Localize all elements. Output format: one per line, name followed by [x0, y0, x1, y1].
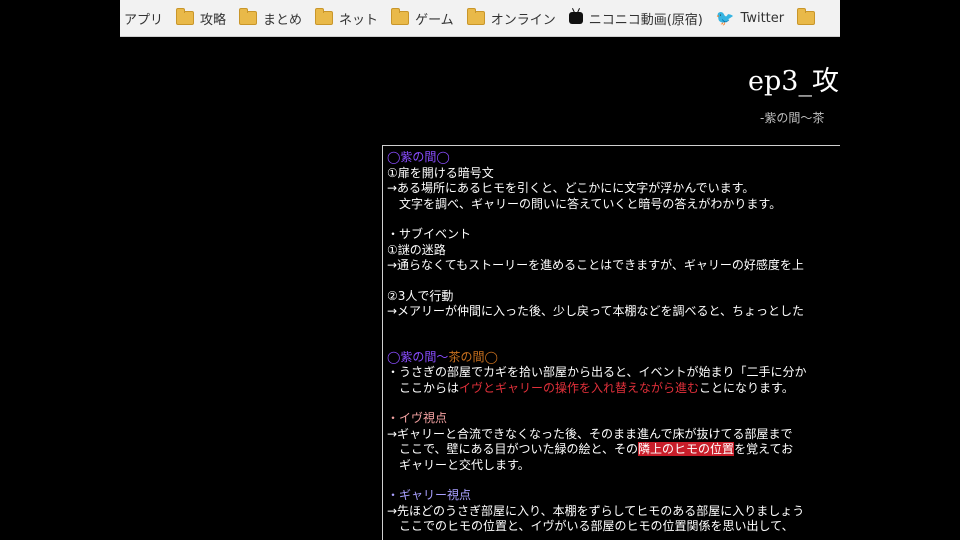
- folder-icon: [239, 8, 258, 25]
- bookmark-folder-game[interactable]: ゲーム: [391, 8, 454, 28]
- bookmark-twitter[interactable]: 🐦 Twitter: [715, 8, 785, 27]
- bookmark-folder-strategy[interactable]: 攻略: [176, 8, 227, 28]
- guide-line: ここで、壁にある目がついた緑の絵と、その隣上のヒモの位置を覚えてお: [387, 442, 840, 458]
- niconico-tv-icon: [568, 12, 583, 24]
- section-heading-purple-room: ◯紫の間◯: [387, 150, 450, 164]
- folder-icon: [797, 8, 816, 25]
- text-part: ここで、壁にある目がついた緑の絵と、その: [399, 442, 639, 456]
- bookmark-label: まとめ: [263, 12, 303, 28]
- bookmark-label: 攻略: [200, 12, 227, 28]
- guide-line: ここでのヒモの位置と、イヴがいる部屋のヒモの位置関係を思い出して、: [399, 519, 794, 533]
- guide-line: →メアリーが仲間に入った後、少し戻って本棚などを調べると、ちょっとした: [387, 304, 804, 318]
- guide-line: ①扉を開ける暗号文: [387, 165, 494, 180]
- eve-view-heading: ・イヴ視点: [387, 411, 448, 425]
- guide-line: ギャリーと交代します。: [399, 457, 530, 472]
- screen-frame: アプリ 攻略 まとめ ネット ゲーム オンライン ニコニコ動画(原宿) 🐦 Tw…: [0, 0, 960, 540]
- text-part: ここからは: [399, 380, 460, 395]
- folder-icon: [466, 8, 485, 25]
- heading-part: 茶の間◯: [448, 349, 498, 364]
- bookmark-label: ゲーム: [415, 12, 454, 28]
- guide-line: ②3人で行動: [387, 288, 454, 303]
- guide-line: →ある場所にあるヒモを引くと、どこかにに文字が浮かんでいます。: [387, 181, 755, 195]
- folder-icon: [176, 8, 195, 25]
- guide-line: ①謎の迷路: [387, 242, 446, 257]
- bookmark-folder-summary[interactable]: まとめ: [239, 8, 303, 28]
- bookmark-label: アプリ: [124, 12, 164, 28]
- emphasis-text: イヴとギャリーの操作を入れ替えながら進む: [459, 380, 700, 395]
- page-content: ep3_攻 -紫の間～茶 ◯紫の間◯ ①扉を開ける暗号文 →ある場所にあるヒモを…: [120, 37, 840, 540]
- bookmark-folder-online[interactable]: オンライン: [466, 8, 556, 28]
- folder-icon: [315, 8, 334, 25]
- page-subtitle: -紫の間～茶: [760, 111, 825, 125]
- bookmark-apps[interactable]: アプリ: [124, 9, 163, 28]
- bookmark-label: Twitter: [740, 10, 785, 26]
- guide-line: →通らなくてもストーリーを進めることはできますが、ギャリーの好感度を上: [387, 258, 804, 272]
- browser-window: アプリ 攻略 まとめ ネット ゲーム オンライン ニコニコ動画(原宿) 🐦 Tw…: [120, 0, 840, 540]
- guide-line: →ギャリーと合流できなくなった後、そのまま進んで床が抜けてる部屋まで: [387, 426, 793, 441]
- bookmark-folder-net[interactable]: ネット: [315, 8, 379, 28]
- bookmark-label: オンライン: [490, 12, 556, 28]
- bookmarks-bar: アプリ 攻略 まとめ ネット ゲーム オンライン ニコニコ動画(原宿) 🐦 Tw…: [120, 0, 840, 37]
- guide-line: ・うさぎの部屋でカギを拾い部屋から出ると、イベントが始まり「二手に分か: [387, 365, 807, 379]
- highlighted-text: 隣上のヒモの位置: [638, 442, 735, 456]
- guide-line: 文字を調べ、ギャリーの問いに答えていくと暗号の答えがわかります。: [399, 196, 782, 211]
- sub-event-heading: ・サブイベント: [387, 227, 472, 241]
- page-title: ep3_攻: [748, 66, 839, 97]
- bookmark-label: ネット: [339, 12, 379, 28]
- guide-line: →先ほどのうさぎ部屋に入り、本棚をずらしてヒモのある部屋に入りましょう: [387, 503, 805, 518]
- walkthrough-box: ◯紫の間◯ ①扉を開ける暗号文 →ある場所にあるヒモを引くと、どこかにに文字が浮…: [382, 145, 840, 540]
- guide-line: ここからはイヴとギャリーの操作を入れ替えながら進むことになります。: [387, 381, 840, 397]
- bookmark-label: ニコニコ動画(原宿): [588, 12, 703, 28]
- text-part: ことになります。: [699, 380, 794, 395]
- heading-part: ◯紫の間～: [387, 349, 449, 364]
- gary-view-heading: ・ギャリー視点: [387, 488, 472, 502]
- folder-icon: [391, 8, 410, 25]
- twitter-bird-icon: 🐦: [715, 8, 735, 27]
- text-part: を覚えてお: [734, 442, 794, 456]
- bookmark-niconico[interactable]: ニコニコ動画(原宿): [568, 9, 703, 28]
- bookmark-folder-overflow[interactable]: [797, 8, 821, 25]
- section-heading-purple-to-brown-room: ◯紫の間～茶の間◯: [387, 350, 840, 366]
